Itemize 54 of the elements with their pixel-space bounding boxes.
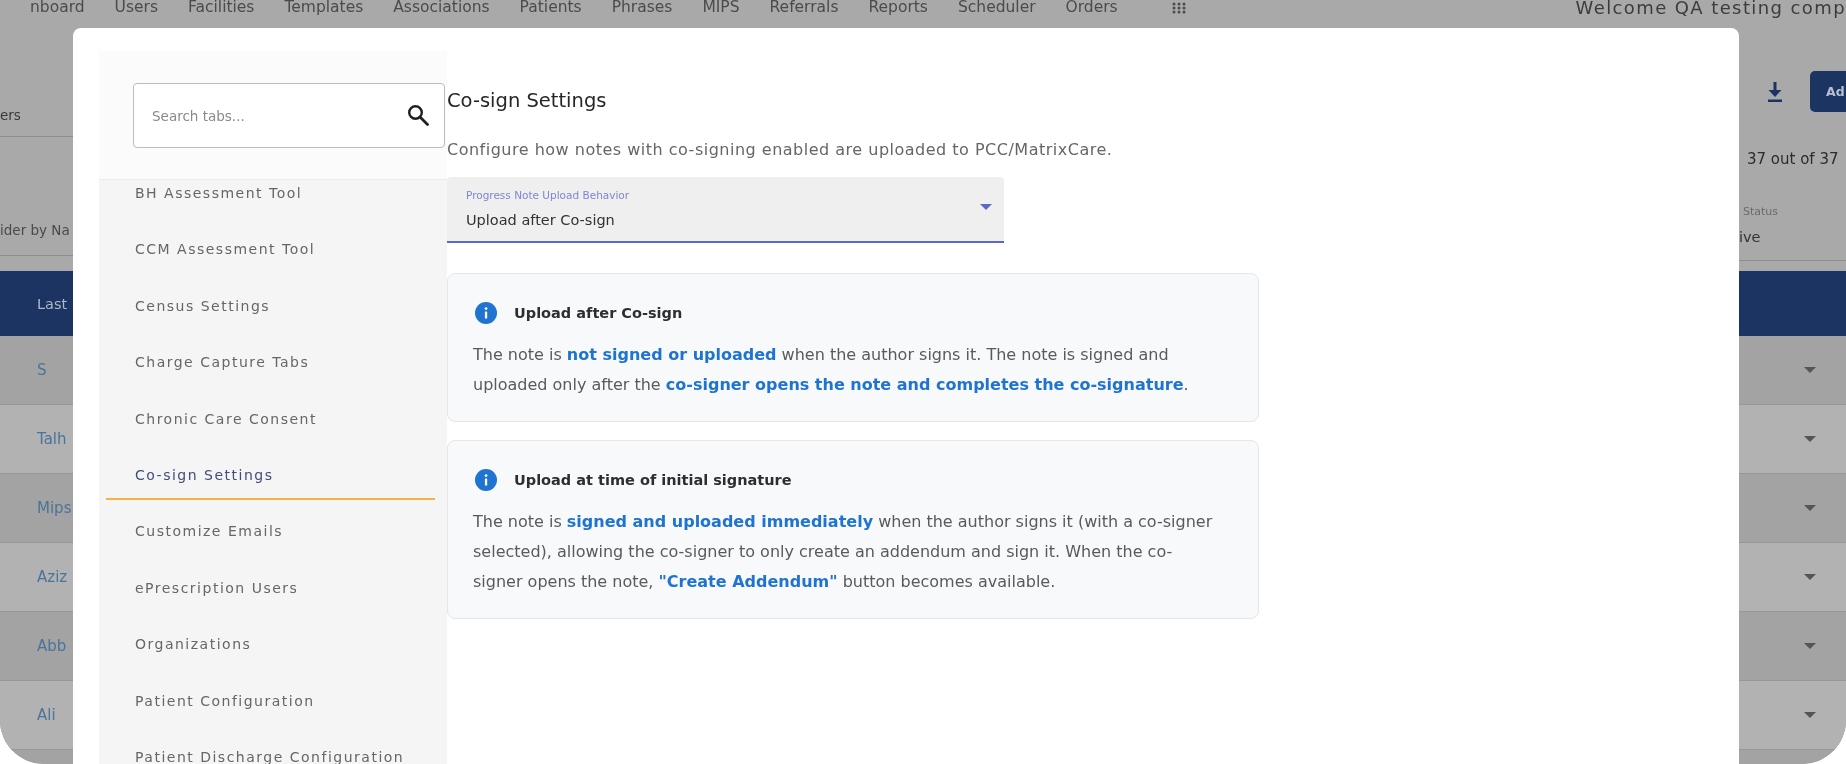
nav-link[interactable]: Orders (1065, 0, 1118, 15)
nav-link[interactable]: nboard (30, 0, 85, 15)
name-link[interactable]: Ali (37, 706, 56, 724)
caret-down-icon[interactable] (1804, 505, 1816, 511)
nav-link[interactable]: Patients (519, 0, 582, 15)
nav-link[interactable]: Phrases (611, 0, 673, 15)
card-text: The note is not signed or uploaded when the author signs it. The note is signed and uploaded only after the co-signer opens the note and completes the co-signature. (473, 344, 1190, 396)
welcome-text: Welcome QA testing comp (1575, 0, 1846, 16)
sidebar-tab[interactable]: Charge Capture Tabs (106, 349, 435, 388)
add-button[interactable]: Ad (1810, 71, 1846, 112)
caret-down-icon[interactable] (1804, 367, 1816, 373)
caret-down-icon[interactable] (1804, 643, 1816, 649)
name-link[interactable]: Mips (37, 499, 72, 517)
caret-down-icon[interactable] (1804, 712, 1816, 718)
section-title: Co-sign Settings (447, 89, 607, 113)
search-field[interactable]: Search tabs... (133, 83, 445, 148)
nav-link[interactable]: Facilities (188, 0, 255, 15)
apps-grid-icon[interactable] (1171, 1, 1186, 14)
column-header: Last (37, 295, 68, 312)
section-description: Configure how notes with co-signing enabled are uploaded to PCC/MatrixCare. (447, 139, 1113, 161)
nav-link[interactable]: Templates (284, 0, 364, 15)
nav-link[interactable]: Referrals (769, 0, 839, 15)
info-icon (475, 302, 497, 324)
info-icon (475, 469, 497, 491)
caret-down-icon[interactable] (1804, 574, 1816, 580)
tab[interactable]: ers (0, 106, 21, 124)
name-link[interactable]: Talh (37, 430, 67, 448)
search-icon[interactable] (407, 104, 429, 126)
sidebar-tab[interactable]: CCM Assessment Tool (106, 236, 435, 275)
sidebar-tab[interactable]: Patient Discharge Configuration (106, 743, 435, 764)
sidebar-tab[interactable]: Customize Emails (106, 518, 435, 557)
caret-down-icon[interactable] (1804, 436, 1816, 442)
name-link[interactable]: Aziz (37, 568, 68, 586)
sidebar-tab[interactable]: ePrescription Users (106, 574, 435, 613)
card-title: Upload after Co-sign (514, 305, 683, 321)
sidebar-tab[interactable]: Patient Configuration (106, 687, 435, 726)
nav-link[interactable]: Associations (393, 0, 490, 15)
name-link[interactable]: S (37, 361, 47, 379)
upload-behavior-select[interactable]: Progress Note Upload Behavior Upload after Co-sign (447, 177, 1004, 243)
sidebar-tab[interactable]: BH Assessment Tool (106, 180, 435, 218)
nav-link[interactable]: Users (114, 0, 158, 15)
download-icon[interactable] (1766, 81, 1784, 102)
nav-link[interactable]: Scheduler (957, 0, 1036, 15)
dropdown-caret-icon[interactable] (980, 204, 992, 210)
nav-link[interactable]: Reports (868, 0, 928, 15)
nav-link[interactable]: MIPS (702, 0, 740, 15)
sidebar-tab[interactable]: Chronic Care Consent (106, 405, 435, 444)
card-text: The note is signed and uploaded immediately when the author signs it (with a co-signer selected), allowing the co-signer to only create an addendum and sign it. When the co-signer opens the note, "Create Addendum" button becomes available. (473, 511, 1214, 593)
sidebar-tab[interactable]: Census Settings (106, 292, 435, 331)
sidebar-tab[interactable]: Organizations (106, 631, 435, 670)
card-title: Upload at time of initial signature (514, 472, 792, 488)
name-link[interactable]: Abb (37, 637, 67, 655)
result-count: 37 out of 37 (1746, 149, 1839, 169)
sidebar-tab[interactable]: Co-sign Settings (106, 461, 435, 500)
